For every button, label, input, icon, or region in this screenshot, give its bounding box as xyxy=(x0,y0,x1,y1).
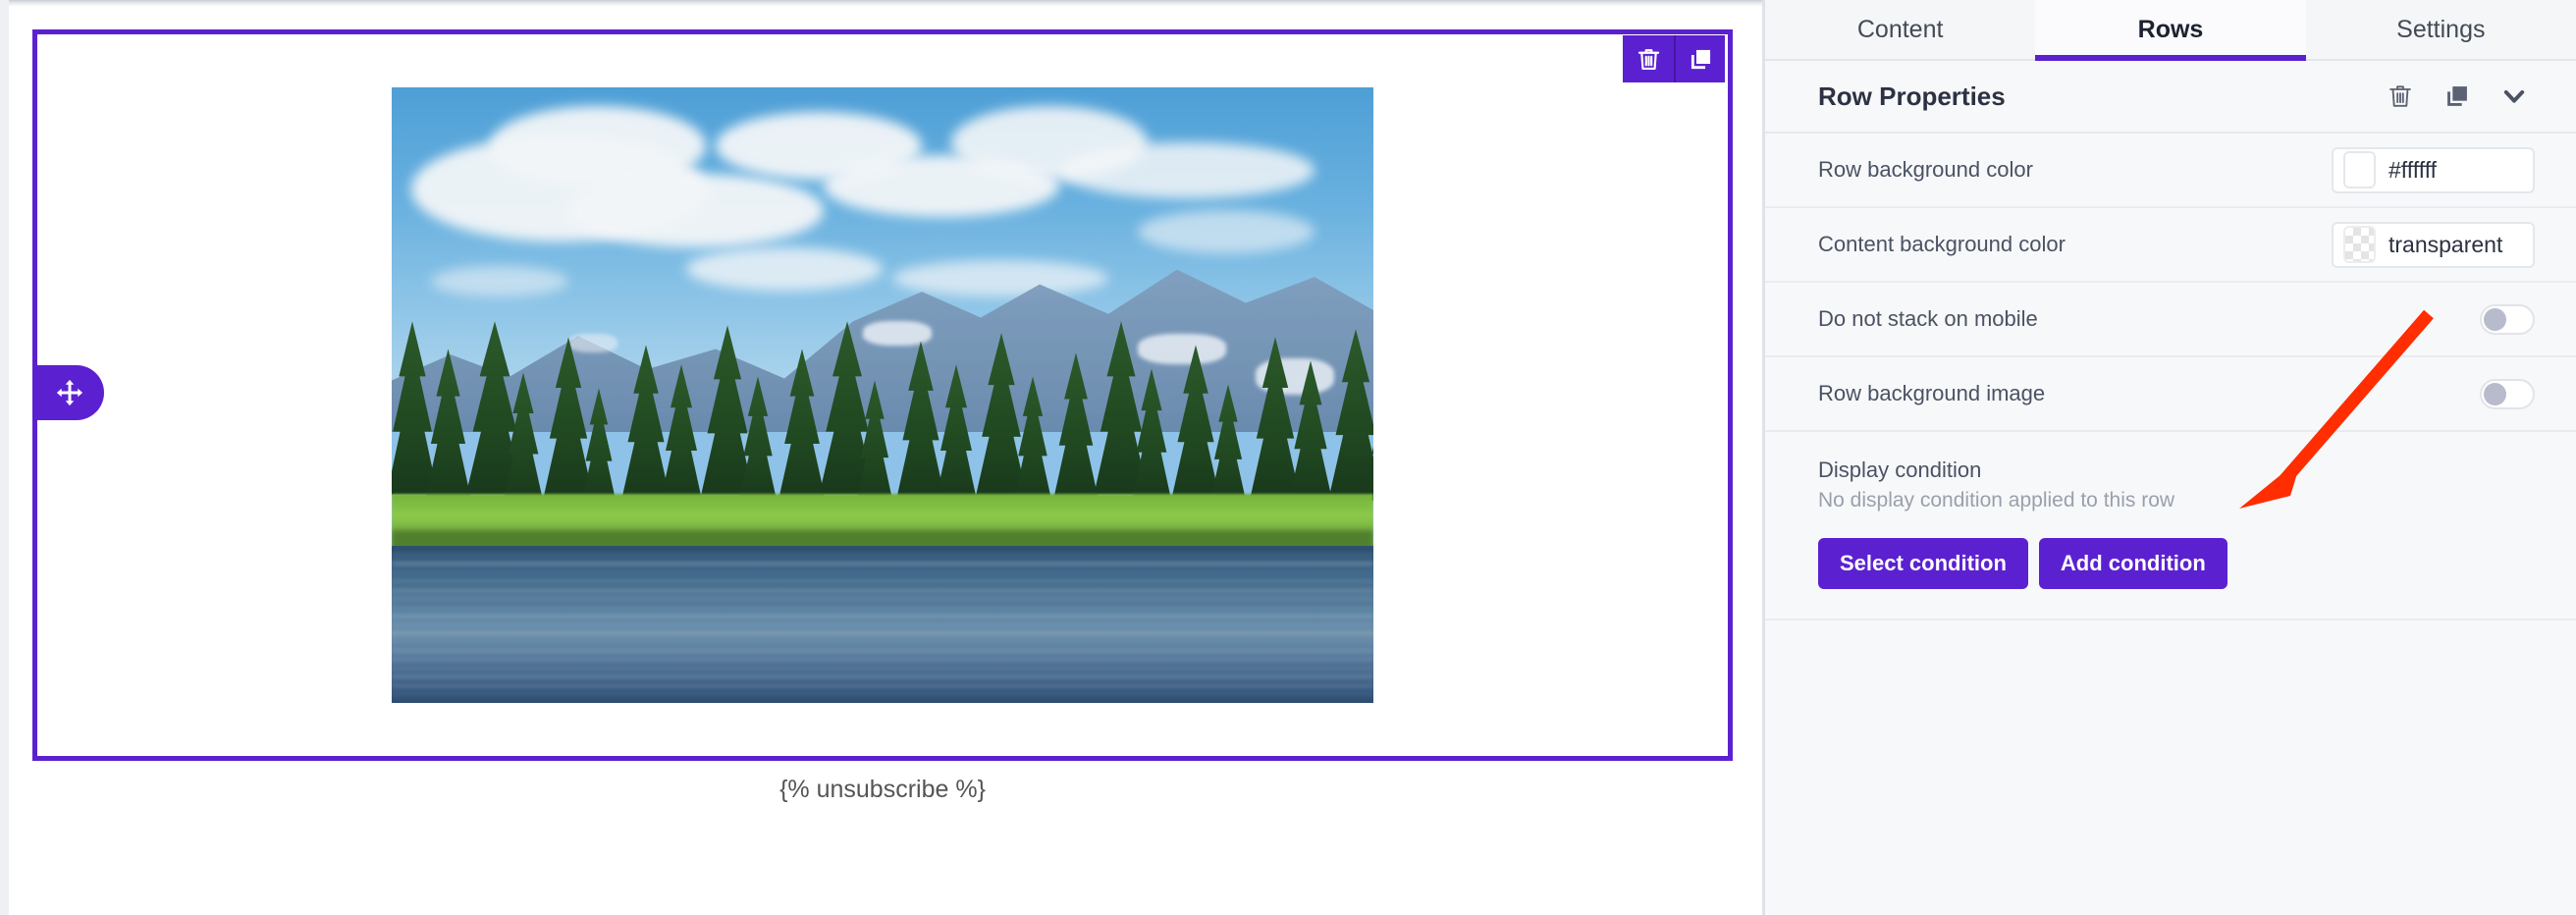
do-not-stack-toggle[interactable] xyxy=(2480,303,2535,335)
display-condition-section: Display condition No display condition a… xyxy=(1765,432,2576,620)
photo-cloud xyxy=(892,259,1108,297)
panel-delete-button[interactable] xyxy=(2378,74,2423,119)
property-do-not-stack-on-mobile: Do not stack on mobile xyxy=(1765,283,2576,357)
row-properties-header: Row Properties xyxy=(1765,61,2576,134)
row-drag-handle[interactable] xyxy=(35,365,104,420)
photo-water-shadow xyxy=(392,646,1373,650)
photo-water-reflection xyxy=(392,640,1373,643)
canvas-top-shadow xyxy=(9,0,1762,7)
photo-water-shadow xyxy=(392,552,1373,556)
photo-water-shadow xyxy=(392,567,1373,573)
panel-collapse-button[interactable] xyxy=(2492,74,2537,119)
duplicate-icon xyxy=(2443,82,2471,110)
duplicate-icon xyxy=(1688,46,1714,73)
toggle-knob xyxy=(2484,307,2506,331)
tab-rows[interactable]: Rows xyxy=(2035,0,2306,61)
property-row-background-image: Row background image xyxy=(1765,357,2576,432)
photo-water-reflection xyxy=(392,685,1373,687)
photo-cloud xyxy=(568,173,824,247)
chevron-down-icon xyxy=(2500,82,2528,110)
photo-cloud xyxy=(686,247,883,291)
panel-duplicate-button[interactable] xyxy=(2435,74,2480,119)
photo-tree xyxy=(1329,329,1373,496)
row-action-toolbar xyxy=(1623,35,1725,82)
display-condition-buttons: Select condition Add condition xyxy=(1818,538,2535,589)
photo-water-reflection xyxy=(392,563,1373,567)
photo-water-shadow xyxy=(392,677,1373,684)
row-duplicate-button[interactable] xyxy=(1674,35,1725,82)
landscape-photo xyxy=(392,87,1373,703)
row-background-image-toggle[interactable] xyxy=(2480,378,2535,409)
move-arrows-icon xyxy=(55,378,84,407)
canvas-left-gutter xyxy=(0,0,9,915)
row-image-block[interactable] xyxy=(392,87,1373,703)
tab-content[interactable]: Content xyxy=(1765,0,2036,59)
color-value: #ffffff xyxy=(2388,156,2438,183)
color-value: transparent xyxy=(2388,231,2503,257)
email-canvas: {% unsubscribe %} xyxy=(0,0,1762,915)
properties-panel: Content Rows Settings Row Properties Row… xyxy=(1762,0,2576,915)
display-condition-title: Display condition xyxy=(1818,458,1982,482)
photo-water-reflection xyxy=(392,606,1373,610)
photo-water-reflection xyxy=(392,650,1373,654)
color-swatch-transparent xyxy=(2343,226,2376,263)
panel-tabs: Content Rows Settings xyxy=(1765,0,2576,61)
trash-icon xyxy=(2387,82,2414,110)
photo-water-reflection xyxy=(392,546,1373,548)
row-background-color-picker[interactable]: #ffffff xyxy=(2332,146,2535,193)
email-builder-app: {% unsubscribe %} Content Rows Settings … xyxy=(0,0,2576,915)
photo-treeline xyxy=(392,321,1373,518)
property-row-background-color: Row background color #ffffff xyxy=(1765,134,2576,208)
photo-water-reflection xyxy=(392,693,1373,696)
add-condition-button[interactable]: Add condition xyxy=(2038,538,2227,589)
photo-water-shadow xyxy=(392,615,1373,620)
property-label: Do not stack on mobile xyxy=(1818,306,2038,331)
photo-cloud xyxy=(1138,210,1315,254)
photo-water-reflection xyxy=(392,668,1373,671)
property-label: Content background color xyxy=(1818,232,2066,256)
display-condition-subtitle: No display condition applied to this row xyxy=(1818,489,2175,511)
photo-cloud xyxy=(431,265,568,297)
select-condition-button[interactable]: Select condition xyxy=(1818,538,2028,589)
panel-title: Row Properties xyxy=(1818,81,2006,111)
row-delete-button[interactable] xyxy=(1623,35,1674,82)
property-content-background-color: Content background color transparent xyxy=(1765,208,2576,283)
trash-icon xyxy=(1636,46,1662,73)
photo-water xyxy=(392,546,1373,703)
photo-water-shadow xyxy=(392,630,1373,637)
photo-water-shadow xyxy=(392,583,1373,590)
tab-settings[interactable]: Settings xyxy=(2305,0,2576,59)
photo-water-shadow xyxy=(392,599,1373,603)
toggle-knob xyxy=(2484,382,2506,405)
color-swatch xyxy=(2343,151,2376,188)
unsubscribe-text: {% unsubscribe %} xyxy=(779,776,986,803)
photo-water-reflection xyxy=(392,623,1373,626)
photo-cloud xyxy=(1059,142,1315,198)
property-label: Row background color xyxy=(1818,157,2033,182)
property-label: Row background image xyxy=(1818,381,2046,405)
content-background-color-picker[interactable]: transparent xyxy=(2332,221,2535,268)
photo-water-shadow xyxy=(392,662,1373,668)
